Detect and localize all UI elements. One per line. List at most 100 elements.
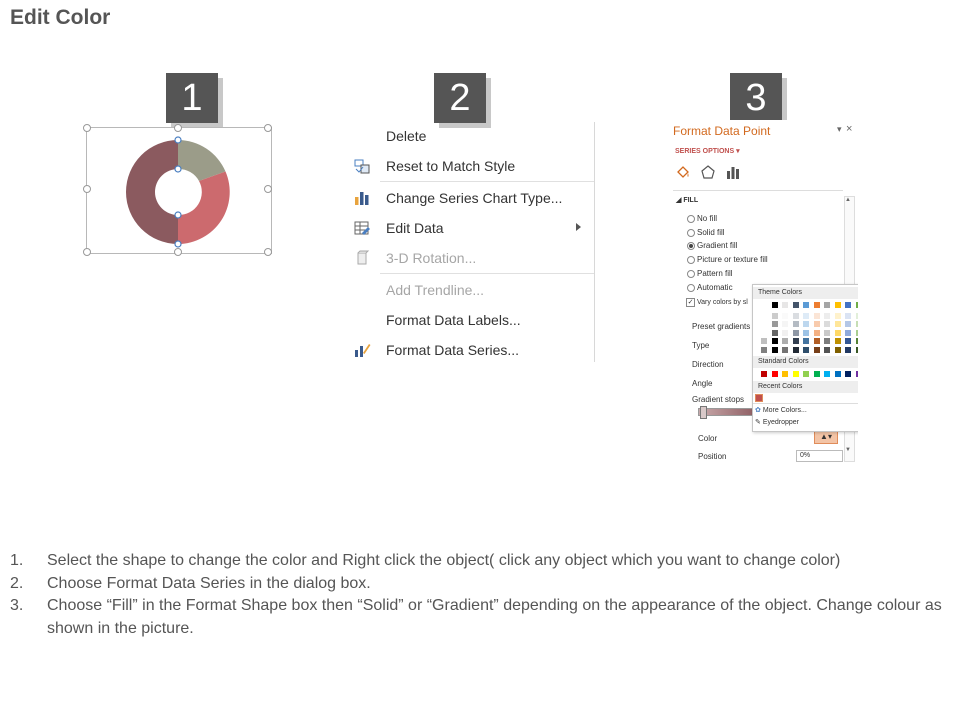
- menu-item-3d-rotation[interactable]: 3-D Rotation...: [350, 244, 596, 272]
- theme-color-swatch[interactable]: [803, 338, 809, 344]
- theme-color-swatch[interactable]: [834, 346, 841, 353]
- radio-no-fill[interactable]: [687, 215, 695, 223]
- theme-color-swatch[interactable]: [845, 302, 851, 308]
- theme-color-swatch[interactable]: [813, 329, 820, 336]
- effects-tab-icon[interactable]: [700, 164, 716, 182]
- standard-color-swatch[interactable]: [771, 371, 778, 377]
- color-picker-button[interactable]: ▲▾: [814, 430, 838, 444]
- theme-color-swatch[interactable]: [824, 329, 830, 336]
- theme-color-swatch[interactable]: [824, 302, 830, 308]
- resize-handle[interactable]: [83, 185, 91, 193]
- resize-handle[interactable]: [83, 248, 91, 256]
- series-options-tab-icon[interactable]: [725, 164, 741, 182]
- resize-handle[interactable]: [264, 185, 272, 193]
- theme-color-swatch[interactable]: [792, 312, 799, 319]
- resize-handle[interactable]: [264, 124, 272, 132]
- theme-color-swatch[interactable]: [782, 329, 788, 336]
- theme-color-swatch[interactable]: [855, 312, 858, 319]
- theme-color-swatch[interactable]: [761, 329, 767, 336]
- gradient-stops-bar[interactable]: [698, 408, 760, 416]
- theme-color-swatch[interactable]: [803, 302, 809, 308]
- theme-color-swatch[interactable]: [845, 329, 851, 336]
- theme-color-swatch[interactable]: [771, 338, 778, 344]
- theme-color-swatch[interactable]: [771, 302, 778, 308]
- more-colors-item[interactable]: ✿ More Colors...: [755, 406, 807, 414]
- theme-color-swatch[interactable]: [834, 329, 841, 336]
- scroll-down-icon[interactable]: ▼: [845, 447, 851, 453]
- theme-color-swatch[interactable]: [803, 346, 809, 353]
- theme-color-swatch[interactable]: [771, 312, 778, 319]
- standard-color-swatch[interactable]: [782, 371, 788, 377]
- theme-color-swatch[interactable]: [834, 302, 841, 308]
- scroll-up-icon[interactable]: ▲: [845, 197, 851, 203]
- theme-color-swatch[interactable]: [803, 312, 809, 319]
- point-handle[interactable]: [174, 165, 182, 173]
- theme-color-swatch[interactable]: [813, 346, 820, 353]
- resize-handle[interactable]: [264, 248, 272, 256]
- donut-segment-right[interactable]: [178, 171, 230, 245]
- theme-color-swatch[interactable]: [824, 338, 830, 344]
- theme-color-swatch[interactable]: [792, 321, 799, 327]
- theme-color-swatch[interactable]: [803, 329, 809, 336]
- theme-color-swatch[interactable]: [771, 329, 778, 336]
- series-options-dropdown[interactable]: SERIES OPTIONS ▾: [675, 147, 740, 155]
- theme-color-swatch[interactable]: [771, 321, 778, 327]
- theme-color-swatch[interactable]: [845, 312, 851, 319]
- menu-item-edit-data[interactable]: Edit Data: [350, 214, 596, 242]
- theme-color-swatch[interactable]: [782, 321, 788, 327]
- theme-color-swatch[interactable]: [813, 321, 820, 327]
- theme-color-swatch[interactable]: [855, 302, 858, 308]
- radio-picture-fill[interactable]: [687, 256, 695, 264]
- radio-automatic[interactable]: [687, 284, 695, 292]
- theme-color-swatch[interactable]: [834, 312, 841, 319]
- standard-color-swatch[interactable]: [803, 371, 809, 377]
- theme-color-swatch[interactable]: [761, 312, 767, 319]
- standard-color-swatch[interactable]: [845, 371, 851, 377]
- theme-color-swatch[interactable]: [855, 338, 858, 344]
- theme-color-swatch[interactable]: [792, 338, 799, 344]
- recent-color-swatch[interactable]: [755, 394, 763, 402]
- point-handle[interactable]: [174, 136, 182, 144]
- theme-color-swatch[interactable]: [855, 329, 858, 336]
- point-handle[interactable]: [174, 211, 182, 219]
- theme-color-swatch[interactable]: [855, 346, 858, 353]
- theme-color-swatch[interactable]: [761, 346, 767, 353]
- menu-item-format-data-labels[interactable]: Format Data Labels...: [350, 306, 596, 334]
- radio-solid-fill[interactable]: [687, 229, 695, 237]
- theme-color-swatch[interactable]: [824, 321, 830, 327]
- menu-item-delete[interactable]: Delete: [350, 122, 596, 150]
- theme-color-swatch[interactable]: [761, 302, 767, 308]
- point-handle[interactable]: [174, 240, 182, 248]
- vary-colors-checkbox[interactable]: ✓: [686, 298, 695, 307]
- menu-item-reset-style[interactable]: Reset to Match Style: [350, 152, 596, 180]
- theme-color-swatch[interactable]: [782, 346, 788, 353]
- donut-chart[interactable]: [120, 134, 236, 250]
- fill-section-header[interactable]: ◢ FILL: [676, 196, 698, 204]
- theme-color-swatch[interactable]: [824, 312, 830, 319]
- standard-color-swatch[interactable]: [813, 371, 820, 377]
- pane-dropdown-icon[interactable]: ▾: [837, 124, 842, 135]
- standard-color-swatch[interactable]: [855, 371, 858, 377]
- theme-color-swatch[interactable]: [792, 302, 799, 308]
- theme-color-swatch[interactable]: [803, 321, 809, 327]
- position-input[interactable]: 0%: [796, 450, 843, 462]
- theme-color-swatch[interactable]: [761, 321, 767, 327]
- theme-color-swatch[interactable]: [845, 346, 851, 353]
- theme-color-swatch[interactable]: [845, 338, 851, 344]
- radio-gradient-fill[interactable]: [687, 242, 695, 250]
- standard-color-swatch[interactable]: [761, 371, 767, 377]
- theme-color-swatch[interactable]: [824, 346, 830, 353]
- menu-item-change-chart-type[interactable]: Change Series Chart Type...: [350, 184, 596, 212]
- resize-handle[interactable]: [174, 124, 182, 132]
- standard-color-swatch[interactable]: [834, 371, 841, 377]
- theme-color-swatch[interactable]: [813, 302, 820, 308]
- theme-color-swatch[interactable]: [834, 321, 841, 327]
- theme-color-swatch[interactable]: [813, 338, 820, 344]
- menu-item-format-data-series[interactable]: Format Data Series...: [350, 336, 596, 364]
- theme-color-swatch[interactable]: [834, 338, 841, 344]
- theme-color-swatch[interactable]: [792, 329, 799, 336]
- close-icon[interactable]: ×: [846, 123, 852, 135]
- menu-item-add-trendline[interactable]: Add Trendline...: [350, 276, 596, 304]
- theme-color-swatch[interactable]: [855, 321, 858, 327]
- eyedropper-item[interactable]: ✎ Eyedropper: [755, 418, 799, 426]
